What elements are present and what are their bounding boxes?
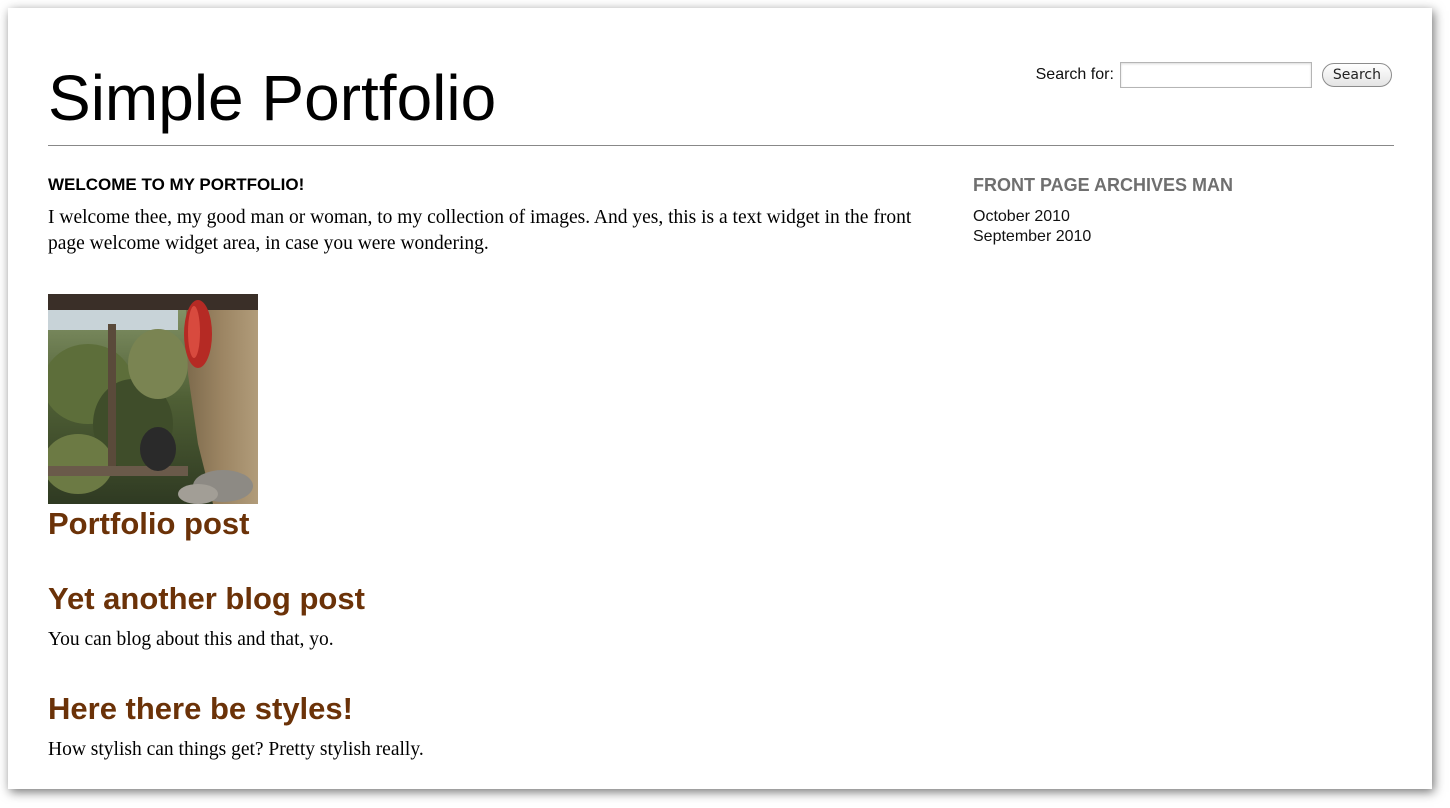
portfolio-thumbnail-image[interactable] [48,294,258,504]
post-title-link[interactable]: Here there be styles! [48,691,353,726]
post-title: Here there be styles! [48,691,353,727]
post-excerpt: You can blog about this and that, yo. [48,629,334,650]
search-input[interactable] [1119,62,1312,88]
welcome-text: I welcome thee, my good man or woman, to… [48,207,912,254]
archive-link-october-2010[interactable]: October 2010 [973,208,1070,225]
search-form: Search for: Search [1036,62,1392,88]
browser-page: Simple Portfolio Search for: Search WELC… [8,8,1432,789]
site-header: Simple Portfolio Search for: Search [48,8,1394,146]
archive-item: September 2010 [973,227,1393,247]
welcome-widget: WELCOME TO MY PORTFOLIO! I welcome thee,… [48,173,948,257]
search-button[interactable]: Search [1321,63,1392,87]
archive-link-september-2010[interactable]: September 2010 [973,228,1091,245]
sidebar: FRONT PAGE ARCHIVES MAN October 2010 Sep… [973,173,1393,247]
search-label: Search for: [1035,66,1114,83]
main-content: WELCOME TO MY PORTFOLIO! I welcome thee,… [48,173,948,760]
archive-list: October 2010 September 2010 [973,207,1393,247]
site-title[interactable]: Simple Portfolio [48,62,496,134]
welcome-heading: WELCOME TO MY PORTFOLIO! [48,175,305,194]
post-title-link[interactable]: Yet another blog post [48,581,365,616]
post-title-link[interactable]: Portfolio post [48,506,249,541]
post-excerpt: How stylish can things get? Pretty styli… [48,739,424,760]
post-title: Yet another blog post [48,581,365,617]
archive-item: October 2010 [973,207,1393,227]
archives-widget-title: FRONT PAGE ARCHIVES MAN [973,175,1234,195]
post-title: Portfolio post [48,506,249,542]
